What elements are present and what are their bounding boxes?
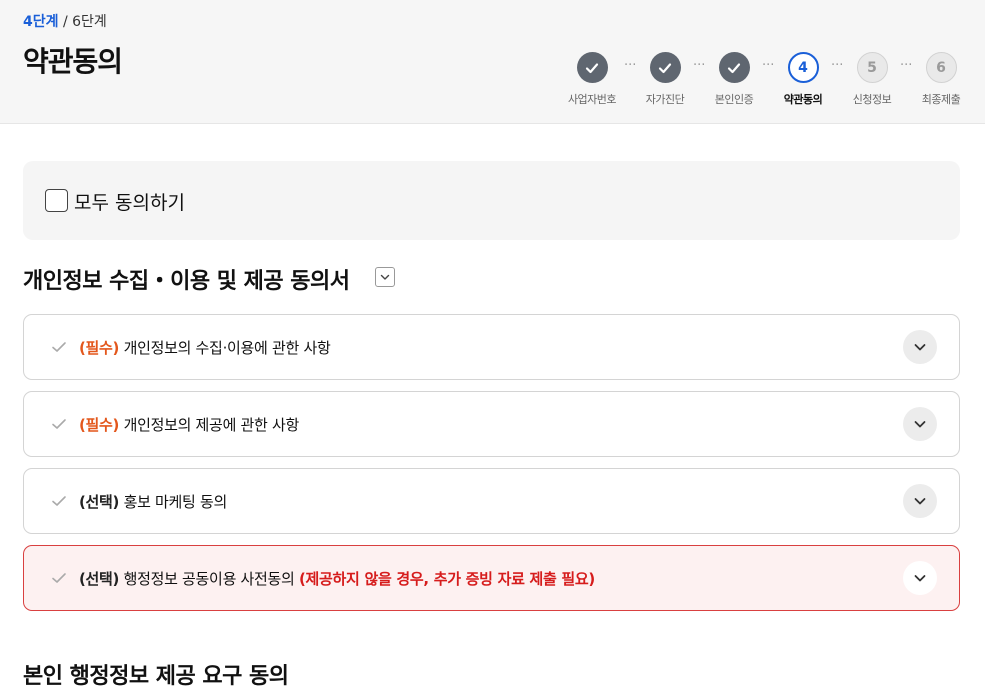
term-item-admin-info-sharing[interactable]: (선택) 행정정보 공동이용 사전동의 (제공하지 않을 경우, 추가 증빙 자… bbox=[23, 545, 960, 611]
check-icon bbox=[649, 52, 681, 83]
step-self-diagnosis: 자가진단 bbox=[633, 52, 697, 107]
expand-button[interactable] bbox=[903, 407, 937, 441]
term-text: 개인정보의 수집·이용에 관한 사항 bbox=[123, 339, 331, 357]
step-number: 4 bbox=[787, 52, 819, 83]
step-application-info: 5 신청정보 bbox=[840, 52, 904, 107]
step-label: 사업자번호 bbox=[567, 93, 617, 106]
check-icon[interactable] bbox=[50, 415, 68, 433]
section-title-privacy-consent: 개인정보 수집・이용 및 제공 동의서 bbox=[23, 269, 350, 294]
chevron-down-icon bbox=[914, 344, 926, 351]
step-label: 본인인증 bbox=[714, 93, 754, 106]
chevron-down-icon bbox=[380, 274, 390, 280]
check-icon[interactable] bbox=[50, 492, 68, 510]
term-label: (선택) 홍보 마케팅 동의 bbox=[79, 491, 227, 512]
optional-tag: (선택) bbox=[79, 493, 120, 511]
term-label: (선택) 행정정보 공동이용 사전동의 (제공하지 않을 경우, 추가 증빙 자… bbox=[79, 568, 595, 589]
term-item-collection-use[interactable]: (필수) 개인정보의 수집·이용에 관한 사항 bbox=[23, 314, 960, 380]
step-indicator: 4단계 / 6단계 bbox=[23, 11, 107, 31]
agree-all-label: 모두 동의하기 bbox=[74, 192, 185, 214]
agree-all-checkbox[interactable] bbox=[45, 189, 68, 212]
term-item-provision[interactable]: (필수) 개인정보의 제공에 관한 사항 bbox=[23, 391, 960, 457]
step-terms-agreement: 4 약관동의 bbox=[771, 52, 835, 107]
term-text: 홍보 마케팅 동의 bbox=[123, 493, 228, 511]
warning-text: (제공하지 않을 경우, 추가 증빙 자료 제출 필요) bbox=[299, 570, 595, 588]
check-icon bbox=[718, 52, 750, 83]
section-collapse-toggle[interactable] bbox=[375, 267, 395, 287]
step-label: 최종제출 bbox=[921, 93, 961, 106]
page-header: 4단계 / 6단계 약관동의 사업자번호 ··· 자가진단 ··· 본인인증 ·… bbox=[0, 0, 985, 124]
section-title-admin-info-request: 본인 행정정보 제공 요구 동의 bbox=[23, 664, 289, 689]
check-icon bbox=[576, 52, 608, 83]
optional-tag: (선택) bbox=[79, 570, 120, 588]
step-identity-verification: 본인인증 bbox=[702, 52, 766, 107]
expand-button[interactable] bbox=[903, 561, 937, 595]
step-label: 신청정보 bbox=[852, 93, 892, 106]
step-final-submit: 6 최종제출 bbox=[909, 52, 973, 107]
step-number: 6 bbox=[925, 52, 957, 83]
step-label: 자가진단 bbox=[645, 93, 685, 106]
agree-all-box[interactable]: 모두 동의하기 bbox=[23, 161, 960, 240]
current-step: 4단계 bbox=[23, 14, 59, 30]
term-text: 개인정보의 제공에 관한 사항 bbox=[123, 416, 300, 434]
term-label: (필수) 개인정보의 수집·이용에 관한 사항 bbox=[79, 337, 331, 358]
chevron-down-icon bbox=[914, 575, 926, 582]
term-label: (필수) 개인정보의 제공에 관한 사항 bbox=[79, 414, 299, 435]
check-icon[interactable] bbox=[50, 569, 68, 587]
expand-button[interactable] bbox=[903, 330, 937, 364]
step-label: 약관동의 bbox=[783, 93, 823, 106]
chevron-down-icon bbox=[914, 498, 926, 505]
expand-button[interactable] bbox=[903, 484, 937, 518]
progress-stepper: 사업자번호 ··· 자가진단 ··· 본인인증 ··· 4 약관동의 ··· 5… bbox=[560, 52, 980, 112]
step-number: 5 bbox=[856, 52, 888, 83]
page-title: 약관동의 bbox=[23, 45, 123, 78]
check-icon[interactable] bbox=[50, 338, 68, 356]
required-tag: (필수) bbox=[79, 416, 120, 434]
total-steps: / 6단계 bbox=[62, 14, 107, 30]
chevron-down-icon bbox=[914, 421, 926, 428]
term-text: 행정정보 공동이용 사전동의 bbox=[123, 570, 295, 588]
required-tag: (필수) bbox=[79, 339, 120, 357]
step-business-number: 사업자번호 bbox=[560, 52, 624, 107]
term-item-marketing[interactable]: (선택) 홍보 마케팅 동의 bbox=[23, 468, 960, 534]
